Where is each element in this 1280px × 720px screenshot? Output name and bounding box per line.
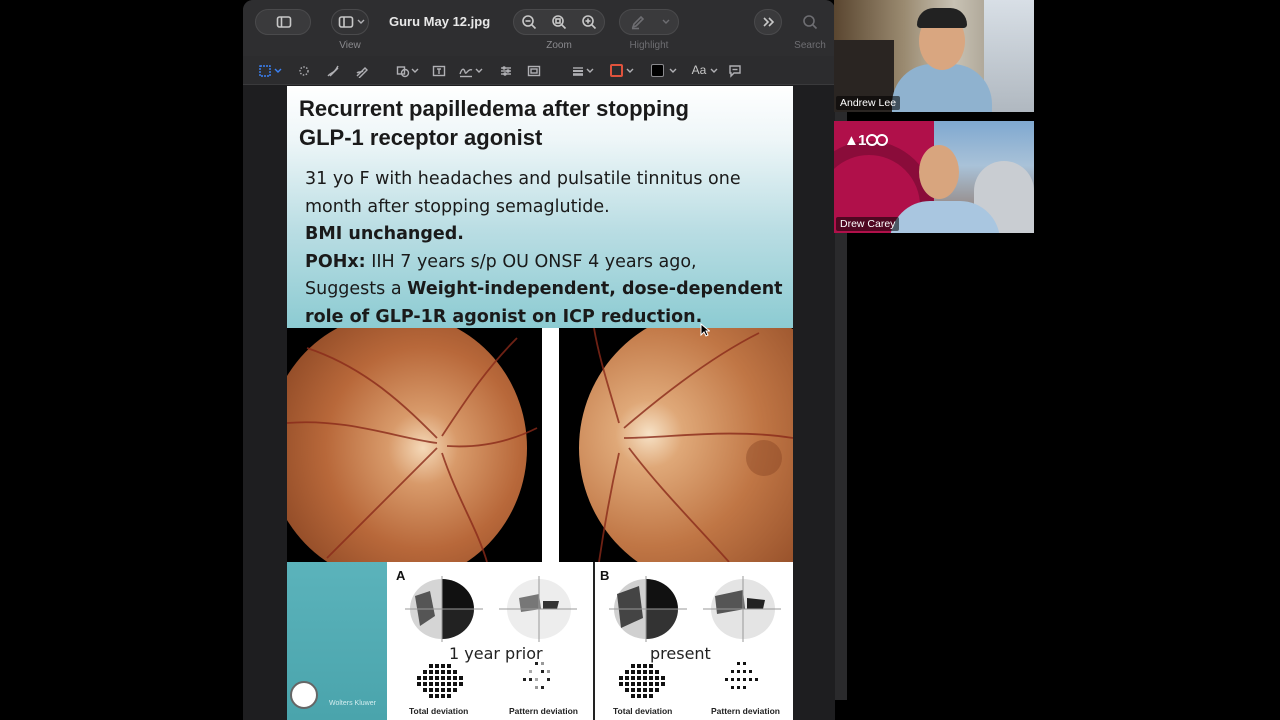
panel-b-pattern-deviation-label: Pattern deviation [711, 706, 780, 716]
chevron-down-icon[interactable] [586, 66, 594, 76]
slide-image: Recurrent papilledema after stopping GLP… [287, 86, 793, 720]
vf-grayscale-right-a [499, 576, 577, 642]
publisher-logo: Wolters Kluwer [329, 700, 376, 707]
vf-total-deviation-grid-b [619, 664, 665, 698]
chevron-down-icon [662, 19, 670, 24]
mouse-cursor-icon [700, 323, 710, 337]
suggests-text: Suggests a [305, 279, 408, 299]
chevron-down-icon[interactable] [475, 66, 483, 76]
panel-a-pattern-deviation-label: Pattern deviation [509, 706, 578, 716]
participant-video-andrew-lee[interactable]: Andrew Lee [834, 0, 1034, 112]
svg-text:1: 1 [858, 132, 866, 149]
adjust-color-icon[interactable] [499, 64, 513, 78]
vf-grayscale-right-b [703, 576, 781, 642]
vf-pattern-deviation-grid-a [523, 662, 550, 689]
visual-field-panel-b: B present Total deviation Pattern deviat… [595, 562, 793, 720]
pohx-label: POHx: [305, 251, 366, 272]
panel-a-letter: A [396, 568, 406, 583]
chevron-down-icon[interactable] [669, 66, 677, 76]
conclusion-bold-2: role of GLP-1R agonist on ICP reduction. [305, 306, 703, 327]
rect-select-icon[interactable] [258, 64, 272, 78]
case-line-1: 31 yo F with headaches and pulsatile tin… [305, 169, 741, 189]
search-icon[interactable] [802, 14, 818, 30]
slide-text-area: Recurrent papilledema after stopping GLP… [287, 86, 793, 328]
panel-b-caption: present [650, 644, 711, 663]
bmi-line: BMI unchanged. [305, 224, 464, 244]
person-face [919, 145, 959, 199]
text-style-button[interactable]: Aa [690, 62, 708, 78]
pen-icon [631, 15, 645, 30]
sidebar-toggle-button[interactable] [255, 9, 311, 35]
slide-title: Recurrent papilledema after stopping GLP… [299, 94, 779, 152]
view-label: View [339, 40, 361, 51]
chevron-down-icon [357, 19, 365, 24]
teal-panel: Wolters Kluwer [287, 562, 387, 720]
person-hair [917, 8, 967, 28]
panel-b-letter: B [600, 568, 610, 583]
window-view [984, 0, 1034, 112]
conclusion-bold-1: Weight-independent, dose-dependent [407, 279, 783, 299]
chevron-down-icon[interactable] [710, 66, 718, 76]
slide-title-line-1: Recurrent papilledema after stopping [299, 96, 689, 121]
view-button[interactable] [331, 9, 369, 35]
fundus-photo-left-eye [559, 328, 793, 562]
fill-color-icon[interactable] [651, 64, 664, 77]
svg-text:▲: ▲ [844, 132, 859, 149]
vf-grayscale-left-a [405, 576, 483, 642]
photo-divider [542, 328, 559, 562]
vf-grayscale-left-b [609, 576, 687, 642]
vf-total-deviation-grid-a [417, 664, 463, 698]
double-chevron-right-icon [763, 17, 775, 27]
case-line-2: month after stopping semaglutide. [305, 196, 610, 217]
pohx-text: IIH 7 years s/p OU ONSF 4 years ago, [365, 251, 697, 272]
draw-icon[interactable] [355, 64, 369, 78]
highlight-button[interactable] [619, 9, 679, 35]
shapes-icon[interactable] [396, 64, 410, 78]
highlight-label: Highlight [629, 40, 669, 51]
fundus-photos [287, 328, 793, 562]
title-bar: View Guru May 12.jpg Zoom Highlight Sear… [243, 0, 835, 56]
chevron-down-icon[interactable] [274, 66, 282, 76]
panel-b-total-deviation-label: Total deviation [613, 706, 673, 716]
sign-icon[interactable] [459, 64, 473, 78]
instant-alpha-icon[interactable] [297, 64, 311, 78]
chevron-down-icon[interactable] [626, 66, 634, 76]
slide-body: 31 yo F with headaches and pulsatile tin… [305, 166, 785, 331]
slide-title-line-2: GLP-1 receptor agonist [299, 125, 543, 150]
university-seal-icon [290, 681, 318, 709]
visual-field-figure: Wolters Kluwer A 1 year prior Total devi… [287, 562, 793, 720]
zoom-in-icon[interactable] [581, 14, 597, 30]
document-title: Guru May 12.jpg [389, 14, 491, 29]
markup-toolbar: Aa [243, 56, 835, 85]
more-tools-button[interactable] [754, 9, 782, 35]
search-label: Search [794, 40, 826, 51]
visual-field-panel-a: A 1 year prior Total deviation Pattern d… [387, 562, 593, 720]
note-icon[interactable] [728, 64, 742, 78]
centennial-logo: ▲ 1 [844, 129, 888, 155]
text-box-icon[interactable] [432, 64, 446, 78]
participant-video-drew-carey[interactable]: ▲ 1 Drew Carey [834, 121, 1034, 233]
participant-name-tag: Andrew Lee [836, 96, 901, 110]
border-color-icon[interactable] [610, 64, 623, 77]
adjust-size-icon[interactable] [527, 64, 541, 78]
zoom-out-icon[interactable] [521, 14, 537, 30]
actual-size-icon[interactable] [551, 14, 567, 30]
zoom-label: Zoom [546, 40, 572, 51]
participant-name-tag: Drew Carey [836, 217, 900, 231]
sidebar-icon [276, 16, 292, 28]
line-style-icon[interactable] [571, 64, 585, 78]
vf-pattern-deviation-grid-b [725, 662, 758, 689]
view-icon [338, 16, 354, 28]
sketch-icon[interactable] [326, 64, 340, 78]
panel-a-total-deviation-label: Total deviation [409, 706, 469, 716]
chevron-down-icon[interactable] [411, 66, 419, 76]
fundus-photo-right-eye [287, 328, 542, 562]
